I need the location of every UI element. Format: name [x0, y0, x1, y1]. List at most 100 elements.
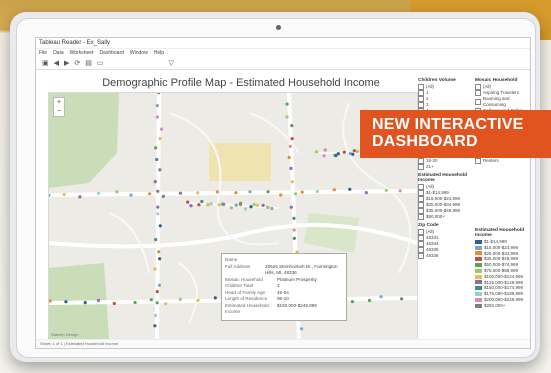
- household-marker[interactable]: [270, 206, 274, 211]
- household-marker[interactable]: [156, 189, 160, 193]
- household-marker[interactable]: [285, 115, 289, 119]
- household-marker[interactable]: [398, 189, 402, 193]
- household-marker[interactable]: [154, 146, 158, 150]
- household-marker[interactable]: [153, 324, 157, 328]
- household-marker[interactable]: [234, 203, 238, 207]
- household-marker[interactable]: [252, 203, 256, 207]
- household-marker[interactable]: [155, 115, 159, 119]
- household-marker[interactable]: [96, 298, 101, 302]
- household-marker[interactable]: [149, 298, 153, 302]
- household-marker[interactable]: [287, 155, 291, 160]
- household-marker[interactable]: [292, 216, 296, 220]
- household-marker[interactable]: [186, 200, 190, 204]
- household-marker[interactable]: [97, 191, 101, 195]
- present-icon[interactable]: ▭: [97, 59, 104, 67]
- household-marker[interactable]: [289, 205, 293, 209]
- legend-item[interactable]: $250,000+: [475, 303, 530, 309]
- household-marker[interactable]: [229, 206, 233, 210]
- household-marker[interactable]: [289, 166, 293, 170]
- zoom-out-icon[interactable]: −: [54, 107, 64, 116]
- household-marker[interactable]: [367, 298, 372, 303]
- household-marker[interactable]: [62, 192, 66, 197]
- back-icon[interactable]: ◀: [54, 59, 59, 67]
- household-marker[interactable]: [290, 180, 294, 184]
- menu-item-window[interactable]: Window: [130, 49, 148, 57]
- household-marker[interactable]: [249, 205, 253, 209]
- household-marker[interactable]: [364, 191, 368, 195]
- menu-item-file[interactable]: File: [39, 49, 47, 57]
- household-marker[interactable]: [261, 203, 265, 207]
- household-marker[interactable]: [217, 203, 221, 207]
- household-marker[interactable]: [154, 313, 158, 317]
- checkbox-icon[interactable]: [418, 253, 424, 259]
- household-marker[interactable]: [153, 267, 157, 271]
- menu-item-dashboard[interactable]: Dashboard: [99, 49, 123, 57]
- menu-item-help[interactable]: Help: [154, 49, 164, 57]
- menu-item-worksheet[interactable]: Worksheet: [70, 49, 94, 57]
- household-marker[interactable]: [266, 205, 270, 210]
- household-marker[interactable]: [350, 300, 354, 304]
- menu-item-data[interactable]: Data: [53, 49, 64, 57]
- household-marker[interactable]: [78, 195, 82, 199]
- household-marker[interactable]: [292, 236, 296, 240]
- household-marker[interactable]: [234, 191, 238, 195]
- print-icon[interactable]: ▤: [85, 59, 92, 67]
- household-marker[interactable]: [352, 149, 356, 153]
- household-marker[interactable]: [197, 203, 201, 207]
- household-marker[interactable]: [243, 207, 247, 211]
- household-marker[interactable]: [196, 191, 200, 195]
- household-marker[interactable]: [155, 157, 159, 162]
- household-marker[interactable]: [255, 203, 259, 207]
- household-marker[interactable]: [342, 150, 346, 154]
- household-marker[interactable]: [129, 193, 133, 197]
- household-marker[interactable]: [266, 190, 270, 194]
- household-marker[interactable]: [290, 124, 294, 128]
- household-marker[interactable]: [155, 290, 159, 294]
- household-marker[interactable]: [161, 194, 165, 198]
- household-marker[interactable]: [155, 104, 159, 108]
- household-marker[interactable]: [200, 199, 204, 204]
- forward-icon[interactable]: ▶: [64, 59, 69, 67]
- household-marker[interactable]: [288, 144, 292, 148]
- household-marker[interactable]: [355, 149, 359, 154]
- household-marker[interactable]: [164, 302, 168, 306]
- household-marker[interactable]: [314, 150, 319, 154]
- household-marker[interactable]: [239, 201, 243, 205]
- filter-icon[interactable]: ▽: [169, 59, 174, 67]
- household-marker[interactable]: [157, 250, 161, 254]
- household-marker[interactable]: [112, 301, 116, 306]
- household-marker[interactable]: [156, 205, 160, 209]
- household-marker[interactable]: [158, 224, 162, 228]
- household-marker[interactable]: [384, 188, 388, 192]
- household-marker[interactable]: [351, 152, 355, 156]
- household-marker[interactable]: [153, 180, 157, 184]
- household-marker[interactable]: [206, 202, 211, 207]
- household-marker[interactable]: [158, 257, 162, 261]
- household-marker[interactable]: [299, 327, 304, 331]
- household-marker[interactable]: [157, 283, 161, 287]
- household-marker[interactable]: [133, 300, 137, 305]
- household-marker[interactable]: [83, 301, 87, 305]
- household-marker[interactable]: [379, 295, 383, 299]
- household-marker[interactable]: [196, 298, 200, 302]
- household-marker[interactable]: [400, 297, 404, 301]
- household-marker[interactable]: [322, 154, 326, 158]
- household-marker[interactable]: [300, 190, 304, 194]
- household-marker[interactable]: [222, 202, 226, 206]
- household-marker[interactable]: [209, 202, 213, 206]
- household-marker[interactable]: [115, 190, 119, 194]
- checkbox-icon[interactable]: [475, 90, 481, 96]
- checkbox-icon[interactable]: [475, 98, 481, 105]
- household-marker[interactable]: [290, 137, 294, 141]
- household-marker[interactable]: [285, 102, 289, 106]
- household-marker[interactable]: [332, 188, 336, 192]
- household-marker[interactable]: [178, 191, 183, 195]
- checkbox-icon[interactable]: [475, 158, 481, 165]
- household-marker[interactable]: [336, 152, 340, 156]
- household-marker[interactable]: [315, 189, 319, 194]
- household-marker[interactable]: [279, 193, 283, 197]
- refresh-icon[interactable]: ⟳: [74, 59, 80, 67]
- household-marker[interactable]: [292, 228, 296, 232]
- zoom-control[interactable]: + −: [53, 97, 65, 117]
- household-marker[interactable]: [348, 187, 352, 191]
